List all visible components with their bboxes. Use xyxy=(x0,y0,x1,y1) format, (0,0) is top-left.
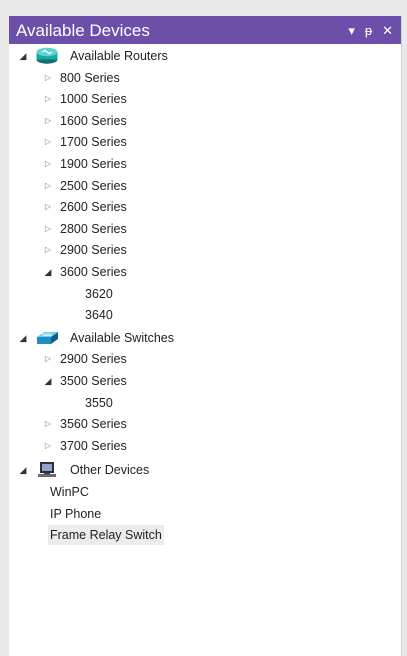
tree-item-label: Frame Relay Switch xyxy=(48,525,164,546)
tree-item-label: Other Devices xyxy=(70,463,150,478)
switch-icon xyxy=(35,329,59,347)
tree-item-series[interactable]: ▷ 3560 Series xyxy=(43,414,129,434)
expand-arrow-icon[interactable]: ▷ xyxy=(43,73,53,83)
expand-arrow-icon[interactable]: ▷ xyxy=(43,159,53,169)
tree-category-routers[interactable]: ◢ Available Routers xyxy=(18,46,170,66)
tree-item-model[interactable]: 3640 xyxy=(83,305,115,325)
tree-item-label: 2500 Series xyxy=(60,178,127,193)
tree-item-label: Available Switches xyxy=(70,330,174,345)
expand-arrow-icon[interactable]: ▷ xyxy=(43,181,53,191)
tree-item-label: 800 Series xyxy=(60,70,120,85)
close-icon[interactable]: ✕ xyxy=(382,24,393,37)
tree-item-label: IP Phone xyxy=(50,506,102,521)
tree-item-label: 2900 Series xyxy=(60,243,127,258)
tree-item-series[interactable]: ▷ 2600 Series xyxy=(43,197,129,217)
tree-item-series[interactable]: ▷ 800 Series xyxy=(43,68,122,88)
panel-menu-icon[interactable]: ▾ xyxy=(348,24,355,37)
collapse-arrow-icon[interactable]: ◢ xyxy=(43,376,53,386)
expand-arrow-icon[interactable]: ▷ xyxy=(43,245,53,255)
tree-item-label: 3560 Series xyxy=(60,417,127,432)
tree-item-label: 3640 xyxy=(85,308,113,323)
expand-arrow-icon[interactable]: ▷ xyxy=(43,441,53,451)
tree-item-series[interactable]: ▷ 3700 Series xyxy=(43,436,129,456)
tree-category-other[interactable]: ◢ Other Devices xyxy=(18,460,151,480)
tree-category-switches[interactable]: ◢ Available Switches xyxy=(18,328,176,348)
router-icon xyxy=(35,47,59,65)
tree-item-label: 1700 Series xyxy=(60,135,127,150)
panel-title: Available Devices xyxy=(16,20,150,40)
expand-arrow-icon[interactable]: ▷ xyxy=(43,94,53,104)
pin-icon[interactable]: ᵽ xyxy=(365,24,372,37)
expand-arrow-icon[interactable]: ▷ xyxy=(43,419,53,429)
tree-item-label: 3620 xyxy=(85,286,113,301)
tree-item-label: 3700 Series xyxy=(60,438,127,453)
tree-item-device[interactable]: IP Phone xyxy=(43,504,103,524)
available-devices-panel: Available Devices ▾ ᵽ ✕ ◢ Available Route… xyxy=(9,16,402,656)
collapse-arrow-icon[interactable]: ◢ xyxy=(18,51,28,61)
tree-item-series[interactable]: ▷ 2800 Series xyxy=(43,219,129,239)
tree-item-device[interactable]: Frame Relay Switch xyxy=(43,525,164,546)
collapse-arrow-icon[interactable]: ◢ xyxy=(18,333,28,343)
tree-item-series[interactable]: ▷ 1600 Series xyxy=(43,111,129,131)
expand-arrow-icon[interactable]: ▷ xyxy=(43,116,53,126)
tree-item-label: 2800 Series xyxy=(60,221,127,236)
tree-item-device[interactable]: WinPC xyxy=(43,482,91,502)
tree-item-label: 1600 Series xyxy=(60,113,127,128)
tree-item-label: Available Routers xyxy=(70,49,168,63)
tree-item-label: 3500 Series xyxy=(60,374,127,388)
computer-icon xyxy=(35,461,59,479)
tree-item-label: 1000 Series xyxy=(60,92,127,107)
tree-item-series[interactable]: ▷ 1000 Series xyxy=(43,89,129,109)
collapse-arrow-icon[interactable]: ◢ xyxy=(18,465,28,475)
tree-item-model[interactable]: 3620 xyxy=(83,284,115,304)
expand-arrow-icon[interactable]: ▷ xyxy=(43,137,53,147)
tree-item-label: 2600 Series xyxy=(60,200,127,215)
tree-item-series[interactable]: ◢ 3600 Series xyxy=(43,262,129,282)
tree-item-label: WinPC xyxy=(50,485,89,499)
tree-item-series[interactable]: ▷ 2900 Series xyxy=(43,240,129,260)
tree-item-series[interactable]: ▷ 1700 Series xyxy=(43,132,129,152)
panel-titlebar: Available Devices ▾ ᵽ ✕ xyxy=(9,16,401,44)
tree-item-label: 3550 xyxy=(85,395,113,410)
tree-item-label: 3600 Series xyxy=(60,265,127,279)
tree-item-series[interactable]: ▷ 2900 Series xyxy=(43,349,129,369)
tree-item-label: 2900 Series xyxy=(60,352,127,367)
tree-item-series[interactable]: ▷ 2500 Series xyxy=(43,176,129,196)
tree-item-label: 1900 Series xyxy=(60,157,127,171)
expand-arrow-icon[interactable]: ▷ xyxy=(43,224,53,234)
tree-item-series[interactable]: ▷ 1900 Series xyxy=(43,154,129,174)
expand-arrow-icon[interactable]: ▷ xyxy=(43,354,53,364)
collapse-arrow-icon[interactable]: ◢ xyxy=(43,267,53,277)
tree-item-series[interactable]: ◢ 3500 Series xyxy=(43,371,129,391)
expand-arrow-icon[interactable]: ▷ xyxy=(43,202,53,212)
tree-item-model[interactable]: 3550 xyxy=(83,393,115,413)
